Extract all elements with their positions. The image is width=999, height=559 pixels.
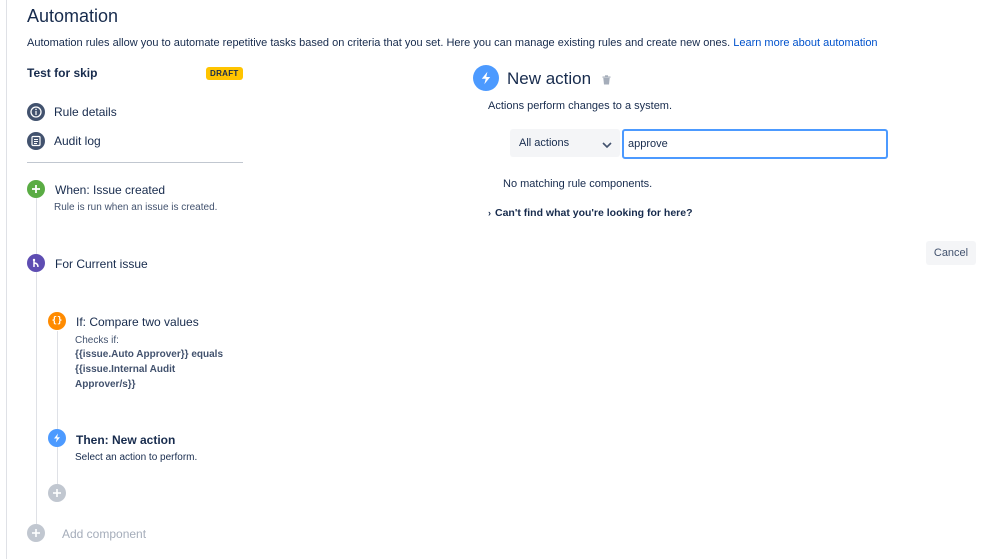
- add-component-icon[interactable]: [27, 524, 45, 542]
- nav-rule-details[interactable]: Rule details: [27, 102, 117, 122]
- branch-icon[interactable]: [27, 254, 45, 272]
- trigger-subtitle: Rule is run when an issue is created.: [54, 202, 218, 213]
- condition-line: {{issue.Internal Audit: [75, 364, 176, 375]
- timeline-connector: [36, 272, 37, 524]
- page-description: Automation rules allow you to automate r…: [27, 37, 878, 49]
- nav-label: Rule details: [54, 105, 117, 119]
- action-search-input[interactable]: [622, 129, 888, 159]
- left-edge-border: [6, 0, 7, 559]
- cancel-button[interactable]: Cancel: [926, 241, 976, 265]
- trash-icon[interactable]: [602, 74, 611, 88]
- timeline-connector: [36, 198, 37, 254]
- lightning-icon: [473, 65, 499, 91]
- divider: [27, 162, 243, 163]
- empty-message: No matching rule components.: [503, 178, 653, 190]
- log-icon: [27, 132, 45, 150]
- page-title: Automation: [27, 6, 119, 26]
- branch-title[interactable]: For Current issue: [55, 257, 148, 271]
- select-value: All actions: [519, 137, 570, 149]
- chevron-right-icon: ›: [488, 208, 491, 218]
- chevron-down-icon: [602, 138, 612, 152]
- expander-label: Can't find what you're looking for here?: [495, 207, 693, 219]
- lightning-icon[interactable]: [48, 429, 66, 447]
- info-icon: [27, 103, 45, 121]
- learn-more-link[interactable]: Learn more about automation: [733, 37, 877, 49]
- rule-name: Test for skip: [27, 66, 98, 80]
- condition-line: {{issue.Auto Approver}} equals: [75, 349, 224, 360]
- add-component-label[interactable]: Add component: [62, 527, 146, 541]
- status-badge: DRAFT: [206, 67, 243, 80]
- action-filter-select[interactable]: All actions: [510, 129, 620, 157]
- condition-checks-label: Checks if:: [75, 335, 119, 346]
- action-subtitle: Select an action to perform.: [75, 452, 198, 463]
- nav-label: Audit log: [54, 134, 101, 148]
- timeline-connector: [57, 331, 58, 485]
- trigger-title[interactable]: When: Issue created: [55, 183, 165, 197]
- panel-description: Actions perform changes to a system.: [488, 100, 673, 112]
- condition-title[interactable]: If: Compare two values: [76, 315, 199, 329]
- panel-title: New action: [507, 69, 592, 88]
- condition-line: Approver/s}}: [75, 379, 136, 390]
- action-title[interactable]: Then: New action: [76, 433, 175, 447]
- add-inner-component-icon[interactable]: [48, 484, 66, 502]
- help-expander[interactable]: › Can't find what you're looking for her…: [488, 207, 693, 219]
- nav-audit-log[interactable]: Audit log: [27, 131, 101, 151]
- condition-braces-icon[interactable]: {}: [48, 312, 66, 330]
- description-text: Automation rules allow you to automate r…: [27, 37, 731, 49]
- add-trigger-icon[interactable]: [27, 180, 45, 198]
